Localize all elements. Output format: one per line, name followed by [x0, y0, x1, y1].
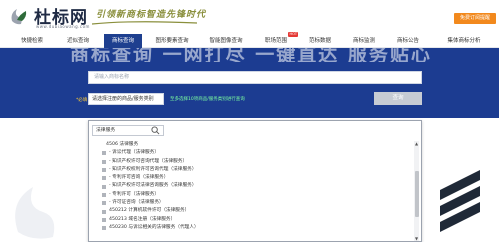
dropdown-item[interactable]: 4506 法律服务	[92, 141, 412, 149]
checkbox-icon[interactable]	[102, 226, 106, 231]
dropdown-item-label: - 知识产权许可法律咨询服务（法律服务）	[109, 183, 197, 189]
dropdown-item-label: 450212 计算机软件许可（法律服务）	[109, 208, 190, 214]
slogan-brush-stroke	[92, 21, 197, 25]
nav-item-data[interactable]: 范标数据	[302, 34, 338, 48]
scroll-up-icon[interactable]: ▲	[414, 141, 419, 146]
dropdown-item-label: - 知识产权许可咨询代理（法律服务）	[109, 158, 188, 164]
checkbox-icon[interactable]	[102, 176, 106, 181]
dropdown-item[interactable]: - 专利许可咨询（法律服务）	[92, 174, 412, 182]
category-dropdown: 法律服务 4506 法律服务 - 诉讼代理（法律服务） - 知识产权许可咨询代理（法…	[88, 120, 422, 242]
slogan: 引领新商标智造先锋时代	[96, 10, 207, 20]
checkbox-icon[interactable]	[102, 192, 106, 197]
dropdown-list: 4506 法律服务 - 诉讼代理（法律服务） - 知识产权许可咨询代理（法律服务） -…	[92, 141, 412, 232]
required-label: *必填	[76, 98, 88, 103]
checkbox-icon[interactable]	[102, 168, 106, 173]
subscribe-button[interactable]: 免费订阅提醒	[454, 13, 496, 24]
nav-item-scope[interactable]: 职场范围 HOT	[258, 32, 298, 48]
logo-url: www.dubiaowang.com	[36, 24, 90, 29]
main-nav: 快捷检索 近似查询 商标查询 图形要素查询 智能图像查询 职场范围 HOT 范标…	[0, 32, 499, 48]
dropdown-item-label: 450213 域名注册（法律服务）	[109, 216, 176, 222]
decorative-logo-icon	[15, 187, 55, 239]
dropdown-item-label: 450230 与诉讼相关的法律服务（代理人）	[109, 224, 199, 230]
dropdown-item-label: - 许可证咨询（法律服务）	[109, 200, 164, 206]
dropdown-item[interactable]: - 诉讼代理（法律服务）	[92, 149, 412, 157]
nav-item-similar-search[interactable]: 近似查询	[58, 34, 98, 48]
category-select[interactable]: 请选择注册的商品/服务类别	[88, 93, 164, 105]
logo-icon[interactable]	[8, 5, 30, 27]
nav-item-scope-label: 职场范围	[264, 38, 287, 44]
scroll-down-icon[interactable]: ▼	[414, 236, 419, 241]
scroll-thumb[interactable]	[414, 171, 419, 217]
trademark-search-input[interactable]: 请输入商标名称	[88, 71, 422, 84]
nav-item-graphic-search[interactable]: 图形要素查询	[148, 34, 196, 48]
dropdown-item[interactable]: - 知识产权许可法律咨询服务（法律服务）	[92, 182, 412, 190]
dropdown-item[interactable]: - 许可证咨询（法律服务）	[92, 199, 412, 207]
dropdown-item[interactable]: - 知识产权许可咨询代理（法律服务）	[92, 158, 412, 166]
hot-badge: HOT	[288, 32, 298, 37]
dropdown-item[interactable]: 450213 域名注册（法律服务）	[92, 216, 412, 224]
checkbox-icon[interactable]	[102, 159, 106, 164]
nav-item-trademark-search[interactable]: 商标查询	[104, 34, 142, 48]
nav-item-collective[interactable]: 集体商标分析	[436, 34, 492, 48]
search-icon[interactable]	[151, 126, 160, 135]
site-header: 杜标网 www.dubiaowang.com 引领新商标智造先锋时代 免费订阅提…	[0, 0, 499, 34]
decorative-stripes-icon	[440, 170, 480, 232]
checkbox-icon[interactable]	[102, 209, 106, 214]
banner-title: 商标查询 一网打尽 一键直达 服务贴心	[70, 48, 430, 62]
checkbox-icon[interactable]	[102, 151, 106, 156]
checkbox-icon[interactable]	[102, 217, 106, 222]
dropdown-item[interactable]: - 专利许可（法律服务）	[92, 191, 412, 199]
dropdown-item-label: 4506 法律服务	[106, 142, 139, 147]
dropdown-scrollbar[interactable]: ▲ ▼	[414, 141, 419, 241]
dropdown-item[interactable]: 450230 与诉讼相关的法律服务（代理人）	[92, 224, 412, 232]
nav-item-quick-search[interactable]: 快捷检索	[12, 34, 52, 48]
checkbox-icon[interactable]	[102, 201, 106, 206]
category-hint: 至多选择10项商品/服务类别进行查询	[170, 97, 245, 102]
dropdown-item[interactable]: 450212 计算机软件许可（法律服务）	[92, 207, 412, 215]
query-button[interactable]: 查询	[374, 92, 422, 105]
dropdown-item-label: - 知识产权权利许可咨询代理（法律服务）	[109, 166, 197, 172]
nav-item-announcement[interactable]: 商标公告	[390, 34, 426, 48]
checkbox-icon[interactable]	[102, 184, 106, 189]
nav-item-monitor[interactable]: 商标监测	[346, 34, 382, 48]
dropdown-item-label: - 专利许可咨询（法律服务）	[109, 175, 169, 181]
dropdown-item[interactable]: - 知识产权权利许可咨询代理（法律服务）	[92, 166, 412, 174]
nav-item-image-search[interactable]: 智能图像查询	[202, 34, 250, 48]
dropdown-item-label: - 专利许可（法律服务）	[109, 191, 160, 197]
dropdown-item-label: - 诉讼代理（法律服务）	[109, 150, 160, 156]
